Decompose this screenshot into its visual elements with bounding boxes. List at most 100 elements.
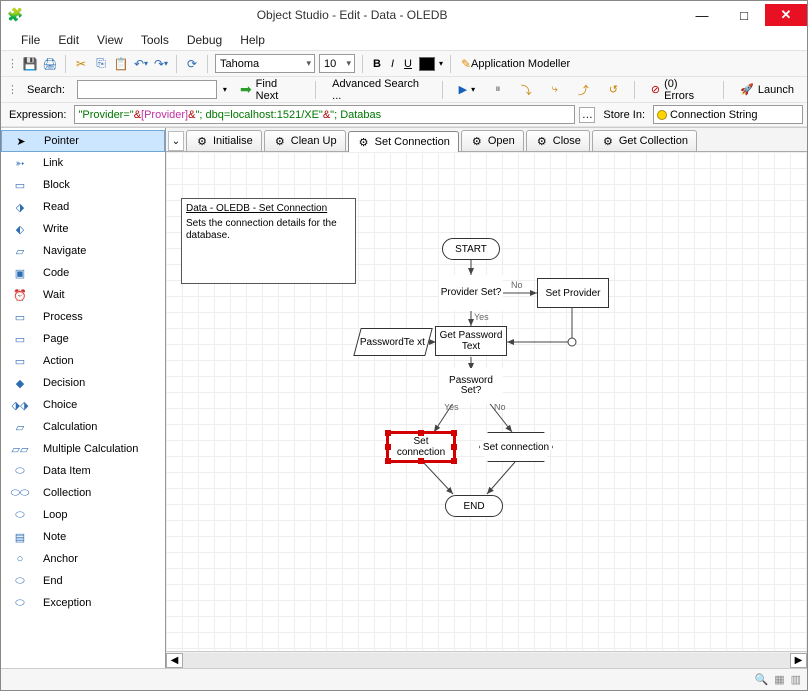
font-selector[interactable]: Tahoma xyxy=(215,54,315,73)
tool-link[interactable]: ➳Link xyxy=(1,152,165,174)
tool-code[interactable]: ▣Code xyxy=(1,262,165,284)
menu-file[interactable]: File xyxy=(21,33,40,47)
pause-button[interactable]: ⏸ xyxy=(488,80,508,100)
errors-button[interactable]: ⊘(0) Errors xyxy=(644,80,714,100)
tool-multiple-calculation[interactable]: ▱▱Multiple Calculation xyxy=(1,438,165,460)
tool-block[interactable]: ▭Block xyxy=(1,174,165,196)
pointer-icon: ➤ xyxy=(8,133,34,149)
node-start[interactable]: START xyxy=(442,238,500,260)
tab-icon: ⚙ xyxy=(357,135,371,149)
save-icon[interactable]: 💾 xyxy=(22,56,38,72)
step-over-button[interactable]: ⤷ xyxy=(545,80,565,100)
menu-debug[interactable]: Debug xyxy=(187,33,222,47)
overview-icon[interactable]: ▥ xyxy=(791,673,801,686)
tab-scroll-button[interactable]: ⌄ xyxy=(168,131,184,151)
minimize-button[interactable]: — xyxy=(681,4,723,26)
tool-calculation[interactable]: ▱Calculation xyxy=(1,416,165,438)
tab-close[interactable]: ⚙Close xyxy=(526,130,590,151)
decision-icon: ◆ xyxy=(7,375,33,391)
launch-button[interactable]: 🚀Launch xyxy=(733,80,801,100)
step-out-button[interactable]: ⤴ xyxy=(571,80,596,100)
tab-cleanup[interactable]: ⚙Clean Up xyxy=(264,130,346,151)
tab-initialise[interactable]: ⚙Initialise xyxy=(186,130,262,151)
color-picker[interactable] xyxy=(419,57,435,71)
code-icon: ▣ xyxy=(7,265,33,281)
store-in-input[interactable]: Connection String xyxy=(653,105,803,124)
font-size-selector[interactable]: 10 xyxy=(319,54,355,73)
advanced-search-button[interactable]: Advanced Search ... xyxy=(325,80,433,100)
tool-data-item[interactable]: ⬭Data Item xyxy=(1,460,165,482)
expression-bar: Expression: "Provider=" & [Provider] & "… xyxy=(1,103,807,127)
menu-help[interactable]: Help xyxy=(240,33,265,47)
menu-tools[interactable]: Tools xyxy=(141,33,169,47)
window-title: Object Studio - Edit - Data - OLEDB xyxy=(23,8,681,22)
tool-collection[interactable]: ⬭⬭Collection xyxy=(1,482,165,504)
paste-icon[interactable]: 📋 xyxy=(113,56,129,72)
action-icon: ▭ xyxy=(7,353,33,369)
tool-exception[interactable]: ⬭Exception xyxy=(1,592,165,614)
node-end[interactable]: END xyxy=(445,495,503,517)
cut-icon[interactable]: ✂ xyxy=(73,56,89,72)
tool-navigate[interactable]: ▱Navigate xyxy=(1,240,165,262)
tool-loop[interactable]: ⬭Loop xyxy=(1,504,165,526)
reset-button[interactable]: ↺ xyxy=(602,80,625,100)
play-button[interactable]: ▶▾ xyxy=(452,80,482,100)
node-provider-set[interactable]: Provider Set? xyxy=(439,275,503,311)
node-get-password-text[interactable]: Get Password Text xyxy=(435,326,507,356)
maximize-button[interactable]: □ xyxy=(723,4,765,26)
expression-expand-button[interactable]: … xyxy=(579,107,595,123)
search-label: Search: xyxy=(24,84,71,96)
close-button[interactable]: ✕ xyxy=(765,4,807,26)
underline-button[interactable]: U xyxy=(401,54,415,74)
page-description-box[interactable]: Data - OLEDB - Set Connection Sets the c… xyxy=(181,198,356,284)
copy-icon[interactable]: ⎘ xyxy=(93,56,109,72)
tool-action[interactable]: ▭Action xyxy=(1,350,165,372)
exception-icon: ⬭ xyxy=(7,595,33,611)
menu-edit[interactable]: Edit xyxy=(58,33,79,47)
store-in-label: Store In: xyxy=(599,109,649,121)
tab-get-collection[interactable]: ⚙Get Collection xyxy=(592,130,697,151)
block-icon: ▭ xyxy=(7,177,33,193)
scroll-left-icon[interactable]: ◀ xyxy=(166,653,183,668)
end-icon: ⬭ xyxy=(7,573,33,589)
tool-page[interactable]: ▭Page xyxy=(1,328,165,350)
tool-process[interactable]: ▭Process xyxy=(1,306,165,328)
tool-choice[interactable]: ⬗⬗Choice xyxy=(1,394,165,416)
loop-icon: ⬭ xyxy=(7,507,33,523)
zoom-icon[interactable]: 🔍 xyxy=(754,673,768,686)
tab-open[interactable]: ⚙Open xyxy=(461,130,524,151)
tool-decision[interactable]: ◆Decision xyxy=(1,372,165,394)
tool-end[interactable]: ⬭End xyxy=(1,570,165,592)
print-icon[interactable]: 🖨 xyxy=(42,56,58,72)
tool-write[interactable]: ⬖Write xyxy=(1,218,165,240)
node-set-connection-alt[interactable]: Set connection xyxy=(479,432,553,462)
tab-set-connection[interactable]: ⚙Set Connection xyxy=(348,131,459,152)
app-modeller-button[interactable]: Application Modeller xyxy=(458,54,573,74)
menu-view[interactable]: View xyxy=(97,33,123,47)
tool-wait[interactable]: ⏰Wait xyxy=(1,284,165,306)
scroll-right-icon[interactable]: ▶ xyxy=(790,653,807,668)
bold-button[interactable]: B xyxy=(370,54,384,74)
horizontal-scrollbar[interactable]: ◀ ▶ xyxy=(166,651,807,668)
step-button[interactable]: ⤵ xyxy=(514,80,539,100)
refresh-icon[interactable]: ⟳ xyxy=(184,56,200,72)
calculation-icon: ▱ xyxy=(7,419,33,435)
tool-anchor[interactable]: ○Anchor xyxy=(1,548,165,570)
node-password-text-input[interactable]: PasswordTe xt xyxy=(353,328,433,356)
find-next-button[interactable]: ➡Find Next xyxy=(233,80,306,100)
grid-icon[interactable]: ▦ xyxy=(774,673,784,686)
search-input[interactable] xyxy=(77,80,217,99)
tool-read[interactable]: ⬗Read xyxy=(1,196,165,218)
flow-canvas[interactable]: Data - OLEDB - Set Connection Sets the c… xyxy=(166,152,807,651)
redo-icon[interactable]: ↷▾ xyxy=(153,56,169,72)
italic-button[interactable]: I xyxy=(388,54,397,74)
node-password-set[interactable]: Password Set? xyxy=(439,368,503,404)
page-description-title: Data - OLEDB - Set Connection xyxy=(186,203,351,216)
menubar: File Edit View Tools Debug Help xyxy=(1,29,807,51)
node-set-connection-selected[interactable]: Set connection xyxy=(387,432,455,462)
node-set-provider[interactable]: Set Provider xyxy=(537,278,609,308)
tool-note[interactable]: ▤Note xyxy=(1,526,165,548)
tool-pointer[interactable]: ➤Pointer xyxy=(1,130,165,152)
undo-icon[interactable]: ↶▾ xyxy=(133,56,149,72)
expression-input[interactable]: "Provider=" & [Provider] & "; dbq=localh… xyxy=(74,105,575,124)
